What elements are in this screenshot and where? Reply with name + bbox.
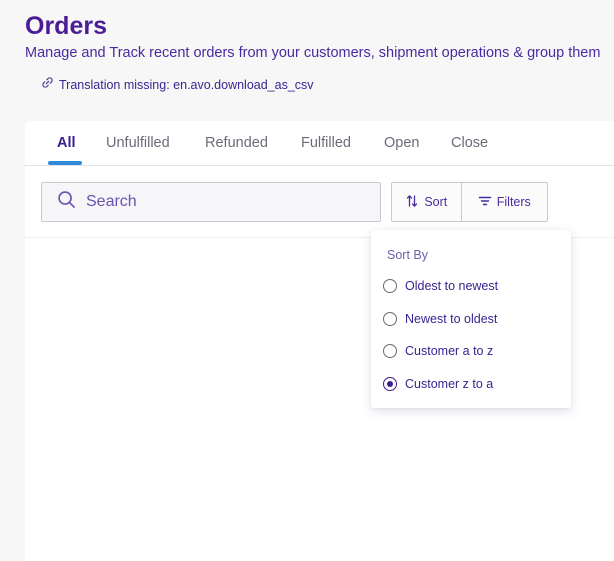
sort-option-label: Newest to oldest — [405, 312, 498, 326]
sort-option-oldest-to-newest[interactable]: Oldest to newest — [383, 278, 498, 294]
active-tab-indicator — [48, 161, 82, 165]
filters-button-label: Filters — [496, 195, 531, 209]
sort-button-label: Sort — [424, 195, 448, 209]
radio-button[interactable] — [383, 344, 397, 358]
tab-all[interactable]: All — [57, 134, 76, 152]
sort-option-customer-z-to-a[interactable]: Customer z to a — [383, 376, 493, 392]
radio-button[interactable] — [383, 279, 397, 293]
sort-option-newest-to-oldest[interactable]: Newest to oldest — [383, 311, 497, 327]
tab-close[interactable]: Close — [451, 134, 488, 152]
radio-button[interactable] — [383, 312, 397, 326]
search-icon — [42, 190, 76, 214]
download-csv-link[interactable]: Translation missing: en.avo.download_as_… — [41, 76, 314, 93]
sort-filter-group: Sort Filters — [391, 182, 548, 222]
page-title: Orders — [25, 12, 107, 40]
filter-icon — [478, 194, 492, 211]
tab-fulfilled[interactable]: Fulfilled — [301, 134, 351, 152]
tab-open[interactable]: Open — [384, 134, 419, 152]
link-icon — [41, 76, 54, 93]
filters-button[interactable]: Filters — [462, 183, 547, 221]
search-input[interactable] — [84, 192, 368, 212]
search-field[interactable] — [41, 182, 381, 222]
sort-dropdown: Sort By Oldest to newest Newest to oldes… — [371, 230, 571, 408]
radio-button-selected[interactable] — [383, 377, 397, 391]
tab-unfulfilled[interactable]: Unfulfilled — [106, 134, 170, 152]
order-tabs: All Unfulfilled Refunded Fulfilled Open … — [25, 121, 614, 166]
sort-button[interactable]: Sort — [392, 183, 462, 221]
sort-option-label: Oldest to newest — [405, 279, 499, 293]
download-csv-label: Translation missing: en.avo.download_as_… — [59, 77, 314, 92]
sort-dropdown-title: Sort By — [387, 248, 428, 262]
page-subtitle: Manage and Track recent orders from your… — [25, 45, 601, 61]
sort-arrows-icon — [405, 194, 419, 211]
sort-option-label: Customer z to a — [405, 377, 494, 391]
sort-option-label: Customer a to z — [405, 344, 494, 358]
tab-refunded[interactable]: Refunded — [205, 134, 268, 152]
sort-option-customer-a-to-z[interactable]: Customer a to z — [383, 343, 493, 359]
